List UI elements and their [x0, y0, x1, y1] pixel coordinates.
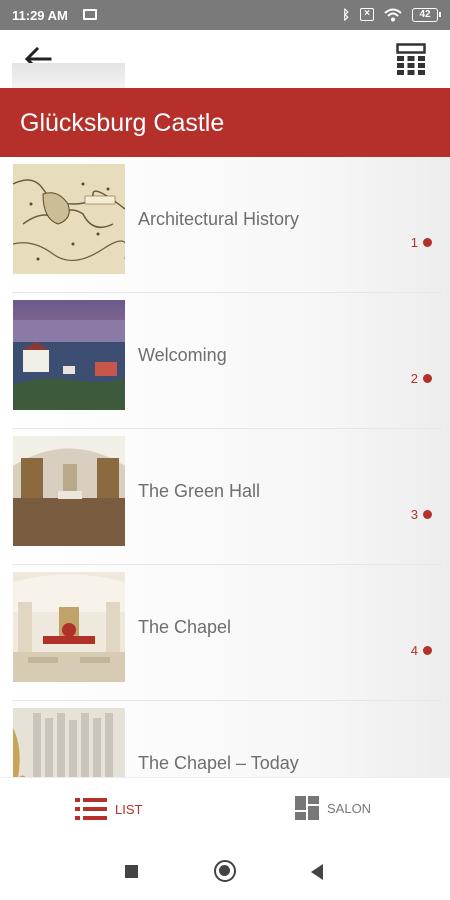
- list-item-welcoming[interactable]: Welcoming 2: [0, 293, 450, 429]
- list-item-green-hall[interactable]: The Green Hall 3: [0, 429, 450, 565]
- organ-thumbnail: [13, 708, 125, 777]
- marker-dot-icon: [423, 510, 432, 519]
- marker-dot-icon: [423, 374, 432, 383]
- list-item-chapel[interactable]: The Chapel 4: [0, 565, 450, 701]
- bottom-nav: LIST SALON: [0, 777, 450, 840]
- system-back-icon[interactable]: [311, 864, 323, 880]
- list-item-title: Architectural History: [138, 209, 300, 229]
- header-shadow: [12, 63, 125, 88]
- list-item-number: 2: [410, 371, 418, 386]
- no-sim-icon: ×: [360, 8, 374, 21]
- battery-icon: 42: [412, 7, 441, 22]
- wifi-icon: [384, 8, 402, 21]
- hall-thumbnail: [13, 436, 125, 546]
- list-item-number: 3: [410, 507, 418, 522]
- status-time: 11:29 AM: [12, 8, 68, 23]
- map-thumbnail: [13, 164, 125, 274]
- list-item-architectural-history[interactable]: Architectural History 1: [0, 157, 450, 293]
- nav-tab-salon[interactable]: SALON: [295, 796, 371, 820]
- chapel-thumbnail: [13, 572, 125, 682]
- list-item-chapel-today[interactable]: The Chapel – Today 5: [0, 701, 450, 777]
- marker-dot-icon: [423, 646, 432, 655]
- nav-salon-label: SALON: [327, 800, 372, 816]
- nav-list-label: LIST: [115, 801, 143, 817]
- mail-icon: [83, 9, 97, 20]
- status-bar: 11:29 AM ᛒ × 42: [0, 0, 450, 30]
- page-title: Glücksburg Castle: [20, 109, 225, 137]
- tour-list[interactable]: Architectural History 1 Welcoming 2 The …: [0, 157, 450, 777]
- bluetooth-icon: ᛒ: [342, 7, 350, 22]
- marker-dot-icon: [423, 238, 432, 247]
- recents-icon[interactable]: [125, 865, 138, 878]
- salon-grid-icon: [295, 796, 319, 820]
- castle-aerial-thumbnail: [13, 300, 125, 410]
- list-item-title: The Chapel: [138, 617, 232, 637]
- nav-tab-list[interactable]: LIST: [75, 798, 142, 820]
- list-item-number: 4: [410, 643, 418, 658]
- calculator-icon[interactable]: [396, 43, 426, 75]
- list-icon: [75, 798, 107, 820]
- title-bar: Glücksburg Castle: [0, 88, 450, 157]
- list-item-number: 1: [410, 235, 418, 250]
- list-item-title: The Chapel – Today: [138, 753, 299, 773]
- home-icon[interactable]: [214, 860, 236, 882]
- system-nav-bar: [0, 840, 450, 900]
- list-item-title: Welcoming: [138, 345, 227, 365]
- list-item-title: The Green Hall: [138, 481, 261, 501]
